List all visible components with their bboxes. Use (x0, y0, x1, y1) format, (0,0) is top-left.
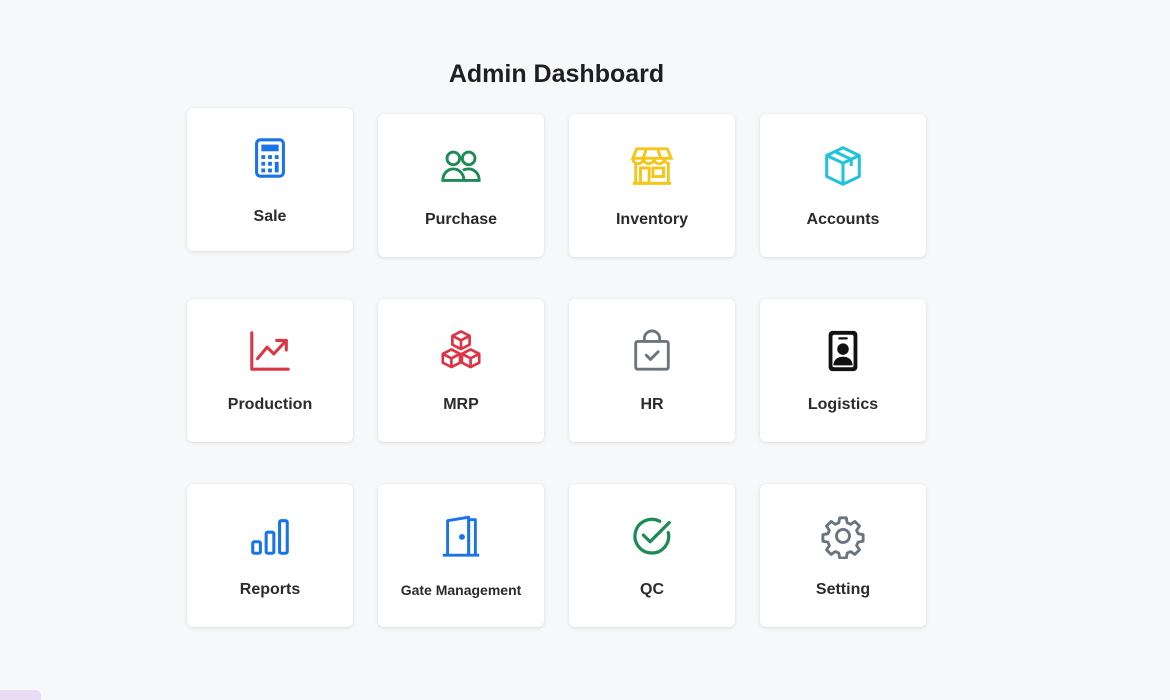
module-label: Purchase (424, 211, 498, 228)
module-label: Production (227, 396, 313, 413)
bag-check-icon (628, 327, 676, 375)
module-label: HR (640, 396, 664, 413)
module-label: Setting (815, 581, 871, 598)
module-card-qc[interactable]: QC (569, 484, 735, 627)
module-label: Accounts (806, 211, 880, 228)
calculator-icon (246, 134, 294, 182)
module-card-accounts[interactable]: Accounts (760, 114, 926, 257)
shop-icon (628, 142, 676, 190)
module-card-logistics[interactable]: Logistics (760, 299, 926, 442)
check-circle-icon (628, 512, 676, 560)
boxes-icon (437, 327, 485, 375)
module-label: Reports (239, 581, 301, 598)
module-card-sale[interactable]: Sale (187, 108, 353, 251)
graph-up-arrow-icon (246, 327, 294, 375)
dashboard-page: Admin Dashboard Sale Purchase Inventory … (0, 0, 1170, 700)
module-label: QC (640, 581, 664, 598)
gear-icon (819, 512, 867, 560)
box-icon (819, 142, 867, 190)
module-card-mrp[interactable]: MRP (378, 299, 544, 442)
module-card-production[interactable]: Production (187, 299, 353, 442)
module-label: Sale (253, 208, 287, 225)
module-card-setting[interactable]: Setting (760, 484, 926, 627)
module-card-reports[interactable]: Reports (187, 484, 353, 627)
people-icon (437, 142, 485, 190)
corner-widget[interactable] (0, 690, 41, 700)
module-card-inventory[interactable]: Inventory (569, 114, 735, 257)
module-card-purchase[interactable]: Purchase (378, 114, 544, 257)
page-title: Admin Dashboard (448, 60, 665, 88)
module-card-hr[interactable]: HR (569, 299, 735, 442)
module-label: Inventory (615, 211, 688, 228)
module-label: Gate Management (400, 582, 522, 598)
door-open-icon (437, 512, 485, 560)
module-card-gate-management[interactable]: Gate Management (378, 484, 544, 627)
module-label: MRP (443, 396, 479, 413)
person-badge-icon (819, 327, 867, 375)
bar-chart-icon (246, 512, 294, 560)
module-label: Logistics (807, 396, 879, 413)
